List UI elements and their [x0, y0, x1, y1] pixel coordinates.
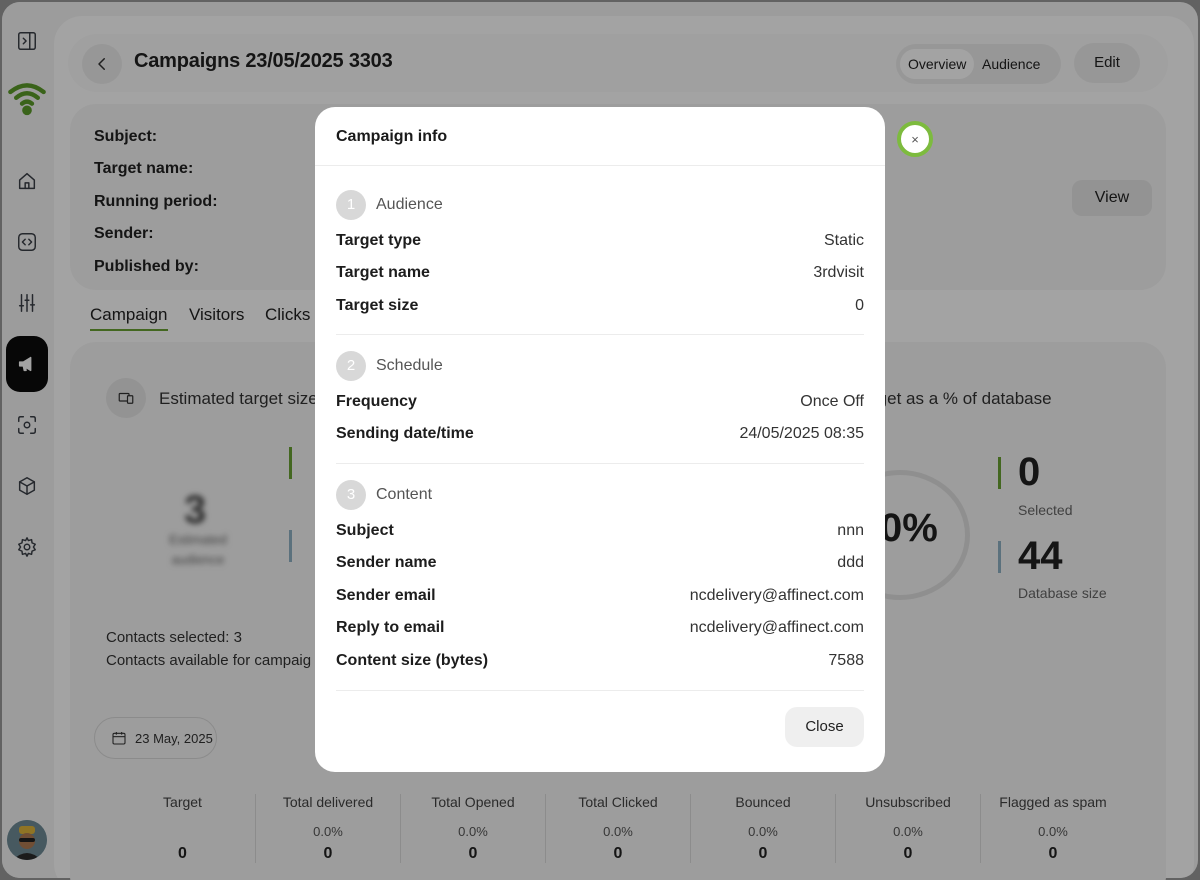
- row-value: nnn: [837, 522, 864, 539]
- info-row: Reply to email ncdelivery@affinect.com: [336, 617, 864, 639]
- row-key: Target name: [336, 264, 430, 281]
- section-title: Content: [376, 486, 433, 503]
- campaign-info-modal: Campaign info 1 Audience Target type Stat…: [315, 107, 885, 772]
- close-icon[interactable]: ×: [897, 121, 933, 157]
- row-value: Once Off: [800, 393, 864, 410]
- info-row: Sender email ncdelivery@affinect.com: [336, 585, 864, 607]
- row-key: Target type: [336, 232, 422, 249]
- section-divider: [336, 334, 864, 335]
- row-value: ddd: [837, 554, 864, 571]
- info-row: Frequency Once Off: [336, 391, 864, 413]
- modal-header-divider: [315, 165, 885, 166]
- info-row: Subject nnn: [336, 520, 864, 542]
- section-number: 2: [336, 351, 366, 381]
- section-title: Schedule: [376, 357, 443, 374]
- close-glyph: ×: [911, 131, 919, 147]
- section-schedule-header: 2 Schedule: [336, 351, 443, 381]
- info-row: Target type Static: [336, 230, 864, 252]
- row-value: 3rdvisit: [813, 264, 864, 281]
- row-value: 0: [855, 297, 864, 314]
- row-key: Target size: [336, 297, 419, 314]
- row-key: Content size (bytes): [336, 652, 489, 669]
- row-key: Subject: [336, 522, 394, 539]
- row-value: 7588: [828, 652, 864, 669]
- section-number: 3: [336, 480, 366, 510]
- section-content-header: 3 Content: [336, 480, 432, 510]
- info-row: Sender name ddd: [336, 552, 864, 574]
- row-value: ncdelivery@affinect.com: [689, 619, 864, 636]
- section-divider: [336, 690, 864, 691]
- row-key: Sending date/time: [336, 425, 474, 442]
- row-key: Reply to email: [336, 619, 445, 636]
- info-row: Content size (bytes) 7588: [336, 650, 864, 672]
- info-row: Sending date/time 24/05/2025 08:35: [336, 423, 864, 445]
- section-divider: [336, 463, 864, 464]
- row-key: Sender email: [336, 587, 436, 604]
- row-value: ncdelivery@affinect.com: [689, 587, 864, 604]
- section-audience-header: 1 Audience: [336, 190, 443, 220]
- modal-title: Campaign info: [336, 128, 448, 145]
- row-value: Static: [823, 232, 864, 249]
- row-key: Sender name: [336, 554, 437, 571]
- info-row: Target size 0: [336, 295, 864, 317]
- row-key: Frequency: [336, 393, 417, 410]
- section-title: Audience: [376, 196, 443, 213]
- row-value: 24/05/2025 08:35: [739, 425, 864, 442]
- close-button[interactable]: Close: [785, 707, 864, 747]
- info-row: Target name 3rdvisit: [336, 262, 864, 284]
- section-number: 1: [336, 190, 366, 220]
